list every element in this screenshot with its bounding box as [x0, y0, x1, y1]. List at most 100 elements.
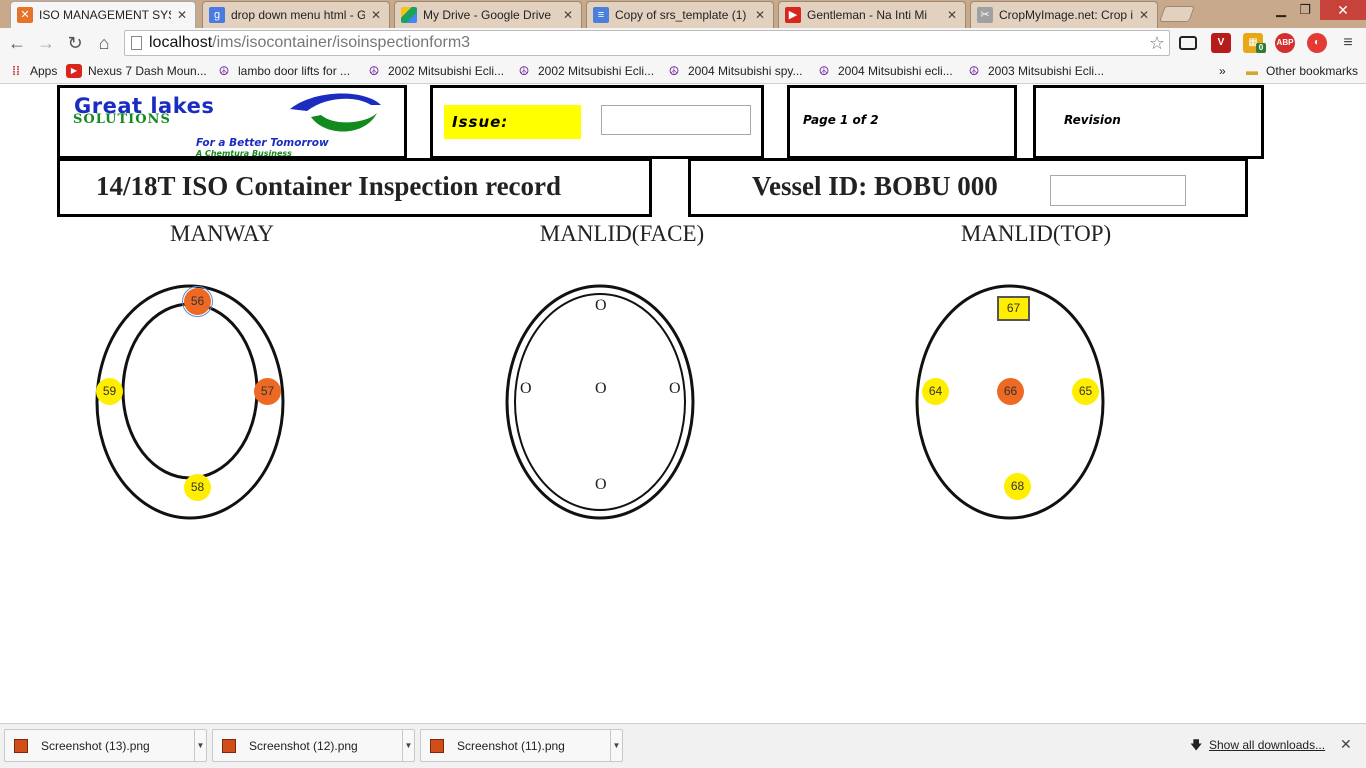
vessel-id-box: Vessel ID: BOBU 000	[688, 158, 1248, 217]
logo-tagline: For a Better Tomorrow	[196, 137, 329, 149]
restore-icon[interactable]: ❐	[1294, 0, 1316, 20]
issue-box: Issue:	[430, 85, 764, 159]
bookmark-apps[interactable]: ⁞⁞ Apps	[8, 63, 57, 79]
page-number-label: Page 1 of 2	[803, 113, 879, 127]
tab-label: drop down menu html - G	[231, 8, 365, 22]
page-icon	[131, 36, 142, 50]
close-tab-icon[interactable]: ✕	[753, 8, 767, 22]
form-title-box: 14/18T ISO Container Inspection record	[57, 158, 652, 217]
marker-65[interactable]: 65	[1072, 378, 1099, 405]
close-tab-icon[interactable]: ✕	[175, 8, 189, 22]
bookmark-label: 2004 Mitsubishi spy...	[688, 64, 803, 78]
other-bookmarks[interactable]: ▬ Other bookmarks	[1244, 63, 1358, 79]
tab-iso-management[interactable]: ✕ ISO MANAGEMENT SYSTE ✕	[10, 1, 196, 28]
back-icon[interactable]: ←	[5, 32, 29, 54]
tab-label: Copy of srs_template (1) -	[615, 8, 749, 22]
drive-icon	[401, 7, 417, 23]
close-tab-icon[interactable]: ✕	[1137, 8, 1151, 22]
bookmark-nexus[interactable]: ▶ Nexus 7 Dash Moun...	[66, 63, 207, 79]
url-host: localhost	[149, 34, 213, 51]
bookmarks-bar: ⁞⁞ Apps ▶ Nexus 7 Dash Moun... ☮ lambo d…	[0, 58, 1366, 84]
dropdown-arrow-icon[interactable]: ▼	[610, 730, 622, 761]
google-icon: g	[209, 7, 225, 23]
company-logo: Great lakes SOLUTIONS For a Better Tomor…	[57, 85, 407, 159]
close-downloads-icon[interactable]: ✕	[1340, 736, 1352, 753]
xampp-icon: ✕	[17, 7, 33, 23]
bookmark-mitsubishi-1[interactable]: ☮ 2002 Mitsubishi Ecli...	[366, 63, 504, 79]
tab-drop-down-menu[interactable]: g drop down menu html - G ✕	[202, 1, 390, 28]
image-file-icon	[14, 739, 28, 753]
reload-icon[interactable]: ↻	[63, 32, 87, 54]
bookmarks-overflow-button[interactable]: »	[1219, 63, 1226, 79]
close-tab-icon[interactable]: ✕	[561, 8, 575, 22]
dropdown-arrow-icon[interactable]: ▼	[194, 730, 206, 761]
face-point-bottom[interactable]: O	[595, 476, 607, 494]
dropdown-arrow-icon[interactable]: ▼	[402, 730, 414, 761]
new-tab-button[interactable]	[1159, 6, 1195, 22]
tab-cropmyimage[interactable]: ✂ CropMyImage.net: Crop i ✕	[970, 1, 1158, 28]
marker-56[interactable]: 56	[182, 286, 213, 317]
issue-label: Issue:	[444, 105, 581, 139]
show-all-downloads-link[interactable]: Show all downloads...	[1209, 738, 1325, 752]
tab-label: My Drive - Google Drive	[423, 8, 552, 22]
home-icon[interactable]: ⌂	[92, 32, 116, 54]
bookmark-label: Apps	[30, 64, 58, 78]
bookmark-mitsubishi-4[interactable]: ☮ 2004 Mitsubishi ecli...	[816, 63, 953, 79]
bookmark-mitsubishi-2[interactable]: ☮ 2002 Mitsubishi Ecli...	[516, 63, 654, 79]
bookmark-mitsubishi-5[interactable]: ☮ 2003 Mitsubishi Ecli...	[966, 63, 1104, 79]
manlid-top-diagram: 67 64 66 65 68	[895, 280, 1125, 525]
downloads-bar: Screenshot (13).png ▼ Screenshot (12).pn…	[0, 723, 1366, 768]
face-point-center[interactable]: O	[595, 380, 607, 398]
download-arrow-icon: 🡇	[1190, 738, 1203, 752]
minimize-icon[interactable]: ▁	[1270, 0, 1292, 20]
download-item[interactable]: Screenshot (13).png ▼	[4, 729, 207, 762]
face-point-right[interactable]: O	[669, 380, 681, 398]
url-path: /ims/isocontainer/isoinspectionform3	[212, 34, 471, 51]
peace-icon: ☮	[668, 64, 680, 78]
adblock-icon[interactable]: ABP	[1275, 33, 1295, 53]
extension-badge: 0	[1256, 43, 1266, 53]
peace-icon: ☮	[218, 64, 230, 78]
close-tab-icon[interactable]: ✕	[945, 8, 959, 22]
download-item[interactable]: Screenshot (11).png ▼	[420, 729, 623, 762]
revision-label: Revision	[1064, 113, 1121, 127]
vessel-id-input[interactable]	[1050, 175, 1186, 206]
peace-icon: ☮	[368, 64, 380, 78]
marker-59[interactable]: 59	[96, 378, 123, 405]
tab-google-drive[interactable]: My Drive - Google Drive ✕	[394, 1, 582, 28]
forward-icon[interactable]: →	[34, 32, 58, 54]
download-item[interactable]: Screenshot (12).png ▼	[212, 729, 415, 762]
apps-grid-icon: ⁞⁞	[12, 64, 20, 78]
tab-srs-template[interactable]: ≡ Copy of srs_template (1) - ✕	[586, 1, 774, 28]
bookmark-star-icon[interactable]: ☆	[1149, 31, 1165, 55]
bookmark-mitsubishi-3[interactable]: ☮ 2004 Mitsubishi spy...	[666, 63, 803, 79]
marker-64[interactable]: 64	[922, 378, 949, 405]
peace-icon: ☮	[818, 64, 830, 78]
folder-icon: ▬	[1246, 64, 1258, 78]
address-bar[interactable]: localhost/ims/isocontainer/isoinspection…	[124, 30, 1170, 56]
marker-67[interactable]: 67	[997, 296, 1030, 321]
face-point-top[interactable]: O	[595, 297, 607, 315]
crop-icon: ✂	[977, 7, 993, 23]
marker-57[interactable]: 57	[254, 378, 281, 405]
tab-gentleman-youtube[interactable]: ▶ Gentleman - Na Inti Mi ✕	[778, 1, 966, 28]
menu-icon[interactable]: ≡	[1338, 33, 1358, 53]
docs-icon: ≡	[593, 7, 609, 23]
extension-red-icon[interactable]: ◐	[1307, 33, 1327, 53]
marker-66[interactable]: 66	[997, 378, 1024, 405]
issue-input[interactable]	[601, 105, 751, 135]
bookmark-label: 2004 Mitsubishi ecli...	[838, 64, 953, 78]
page-number-box: Page 1 of 2	[787, 85, 1017, 159]
manlid-face-diagram: O O O O O	[485, 280, 715, 525]
cast-icon[interactable]	[1179, 36, 1197, 50]
extension-v-icon[interactable]: V	[1211, 33, 1231, 53]
logo-line2: SOLUTIONS	[73, 112, 171, 127]
face-point-left[interactable]: O	[520, 380, 532, 398]
window-close-icon[interactable]: ✕	[1320, 0, 1366, 20]
download-filename: Screenshot (13).png	[41, 739, 150, 753]
marker-68[interactable]: 68	[1004, 473, 1031, 500]
close-tab-icon[interactable]: ✕	[369, 8, 383, 22]
download-filename: Screenshot (12).png	[249, 739, 358, 753]
marker-58[interactable]: 58	[184, 474, 211, 501]
bookmark-lambo[interactable]: ☮ lambo door lifts for ...	[216, 63, 350, 79]
